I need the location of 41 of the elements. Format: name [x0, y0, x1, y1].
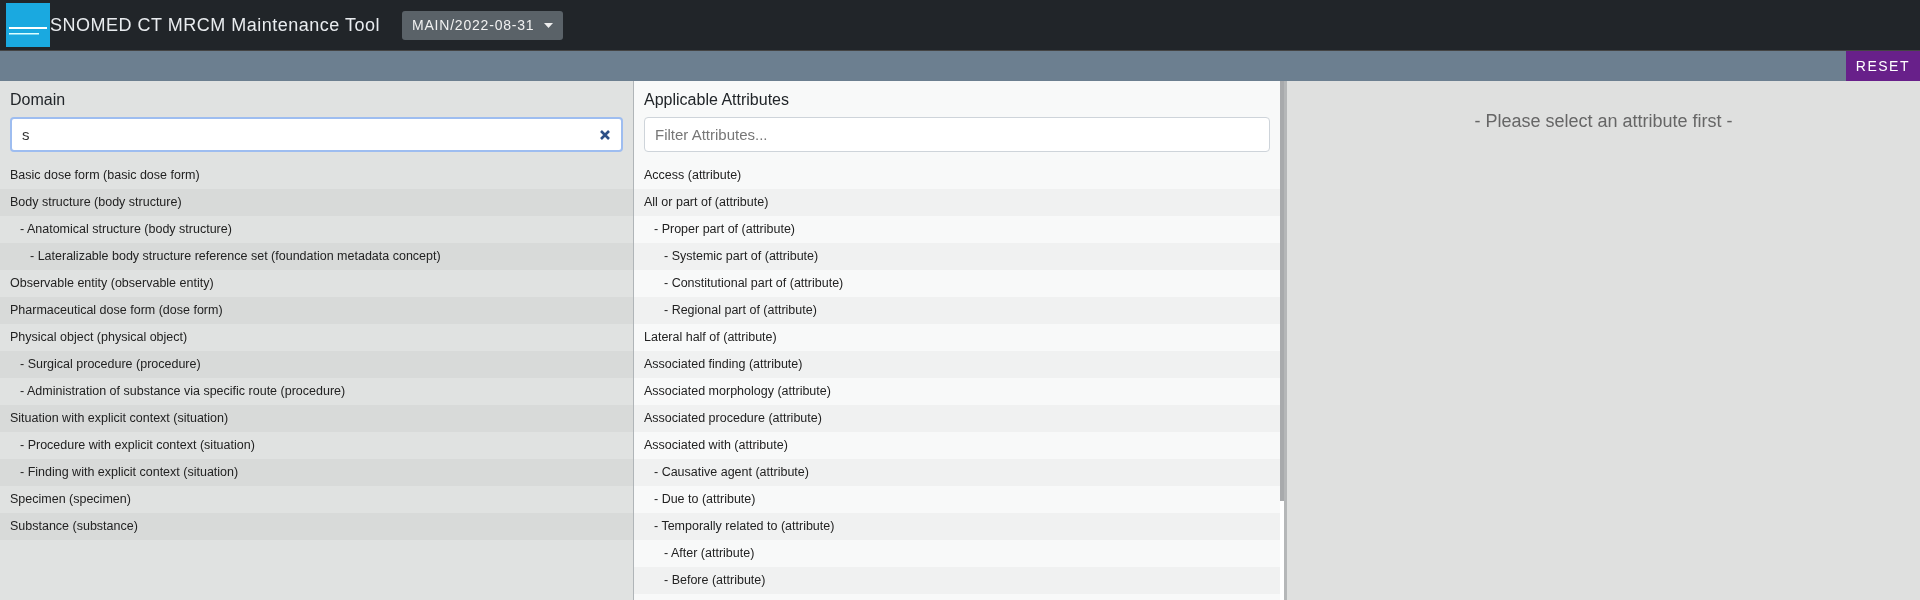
list-item[interactable]: - Systemic part of (attribute): [634, 243, 1280, 270]
list-item[interactable]: Associated morphology (attribute): [634, 378, 1280, 405]
list-item[interactable]: - Surgical procedure (procedure): [0, 351, 633, 378]
list-item[interactable]: - Procedure with explicit context (situation): [0, 432, 633, 459]
domain-search-field[interactable]: s: [10, 117, 623, 152]
list-item[interactable]: Basic dose form (basic dose form): [0, 162, 633, 189]
app-title: SNOMED CT MRCM Maintenance Tool: [50, 14, 380, 36]
list-item[interactable]: Access (attribute): [634, 162, 1280, 189]
branch-dropdown[interactable]: MAIN/2022-08-31: [401, 10, 564, 40]
list-item[interactable]: - Before (attribute): [634, 567, 1280, 594]
list-item[interactable]: Associated with (attribute): [634, 432, 1280, 459]
list-item[interactable]: - Finding with explicit context (situation): [0, 459, 633, 486]
list-item[interactable]: - Constitutional part of (attribute): [634, 270, 1280, 297]
list-item[interactable]: Lateral half of (attribute): [634, 324, 1280, 351]
list-item[interactable]: - Causative agent (attribute): [634, 459, 1280, 486]
list-item[interactable]: Associated finding (attribute): [634, 351, 1280, 378]
panel-title: Applicable Attributes: [643, 90, 790, 110]
list-item[interactable]: - Temporally related to (attribute): [634, 513, 1280, 540]
list-item[interactable]: Physical object (physical object): [0, 324, 633, 351]
clear-icon[interactable]: [599, 129, 611, 141]
panel-title: Domain: [9, 90, 67, 110]
list-item[interactable]: Pharmaceutical dose form (dose form): [0, 297, 633, 324]
list-item[interactable]: - After (attribute): [634, 540, 1280, 567]
list-item[interactable]: All or part of (attribute): [634, 189, 1280, 216]
list-item[interactable]: - Regional part of (attribute): [634, 297, 1280, 324]
empty-message: - Please select an attribute first -: [1474, 111, 1733, 133]
list-item[interactable]: - Anatomical structure (body structure): [0, 216, 633, 243]
list-item[interactable]: Substance (substance): [0, 513, 633, 540]
list-item[interactable]: - Due to (attribute): [634, 486, 1280, 513]
list-item[interactable]: Body structure (body structure): [0, 189, 633, 216]
list-item[interactable]: - Lateralizable body structure reference set (foundation metadata concept): [0, 243, 633, 270]
list-item[interactable]: Associated procedure (attribute): [634, 405, 1280, 432]
list-item[interactable]: Observable entity (observable entity): [0, 270, 633, 297]
reset-button[interactable]: RESET: [1845, 51, 1920, 81]
list-item[interactable]: - Administration of substance via specific route (procedure): [0, 378, 633, 405]
list-item[interactable]: - Proper part of (attribute): [634, 216, 1280, 243]
list-item[interactable]: Situation with explicit context (situation): [0, 405, 633, 432]
logo-icon: [6, 3, 50, 47]
caret-icon: [544, 22, 554, 28]
list-item[interactable]: Specimen (specimen): [0, 486, 633, 513]
filter-field[interactable]: Filter Attributes...: [644, 117, 1270, 152]
